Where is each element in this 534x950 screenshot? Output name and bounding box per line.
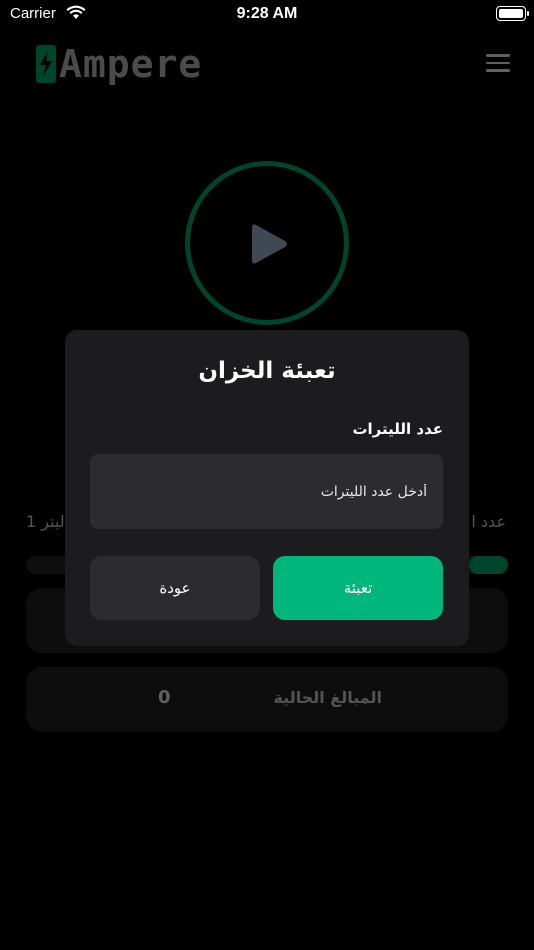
current-amount-card: المبالغ الحالية 0 — [26, 667, 508, 732]
fill-tank-dialog: تعبئة الخزان عدد الليترات عودة تعبئة — [65, 330, 469, 646]
fill-button[interactable]: تعبئة — [273, 556, 443, 620]
liters-input[interactable] — [90, 454, 443, 529]
liters-value: 1 ليتر — [26, 512, 65, 531]
app-header: Ampere — [0, 38, 534, 94]
play-icon — [252, 224, 287, 264]
play-button[interactable] — [185, 161, 349, 325]
app-logo: Ampere — [36, 42, 202, 86]
dialog-title: تعبئة الخزان — [198, 358, 336, 384]
back-button[interactable]: عودة — [90, 556, 260, 620]
brand-name: Ampere — [59, 42, 203, 86]
current-amount-label: المبالغ الحالية — [273, 688, 382, 707]
current-amount-value: 0 — [158, 687, 171, 708]
status-bar: Carrier 9:28 AM — [0, 0, 534, 30]
battery-icon — [496, 6, 529, 21]
hamburger-menu-icon[interactable] — [486, 54, 510, 72]
lightning-bolt-icon — [36, 45, 56, 83]
liters-label: عدد ا — [471, 512, 506, 531]
clock: 9:28 AM — [236, 5, 298, 22]
liters-field-label: عدد الليترات — [352, 420, 443, 438]
progress-fill — [469, 556, 508, 574]
